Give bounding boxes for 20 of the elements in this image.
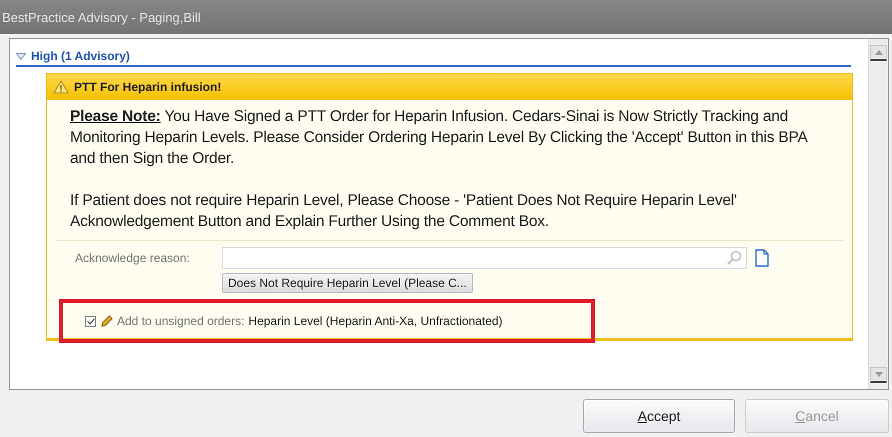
scrollbar[interactable] (868, 39, 888, 389)
warning-icon (53, 80, 69, 94)
advisory-text: If Patient does not require Heparin Level, Please Choose - 'Patient Does Not Require Heparin Level' Acknowledgement Button and Explain Further Using the Comment Box. (70, 191, 738, 232)
scroll-down-icon[interactable] (870, 367, 887, 383)
pencil-icon (100, 314, 113, 328)
scroll-up-icon[interactable] (870, 45, 887, 61)
dialog-button[interactable]: Accept (583, 399, 735, 433)
field-label: Acknowledge reason: (74, 251, 191, 265)
order-label: Add to unsigned orders: (117, 314, 244, 328)
window-title: BestPractice Advisory - Paging,Bill (2, 10, 201, 24)
document-icon[interactable] (755, 249, 769, 267)
order-name: Heparin Level (Heparin Anti-Xa, Unfractionated) (248, 314, 503, 328)
acknowledge-button[interactable]: Does Not Require Heparin Level (Please C... (222, 273, 473, 293)
section-header[interactable]: High (1 Advisory) (16, 47, 851, 67)
advisory-text: Please Note: You Have Signed a PTT Order for Heparin Infusion. Cedars-Sinai is Now Strictly Tracking and Monitoring Heparin Levels. Please Consider Ordering Heparin Level By Clicking the 'Accept' Button in this BPA and then Sign the Order. (70, 107, 808, 169)
collapse-icon (16, 52, 26, 60)
checkbox[interactable] (85, 316, 96, 326)
search-icon (726, 250, 742, 266)
advisory-title: PTT For Heparin infusion! (74, 80, 222, 94)
acknowledge-reason-field[interactable] (222, 247, 747, 269)
